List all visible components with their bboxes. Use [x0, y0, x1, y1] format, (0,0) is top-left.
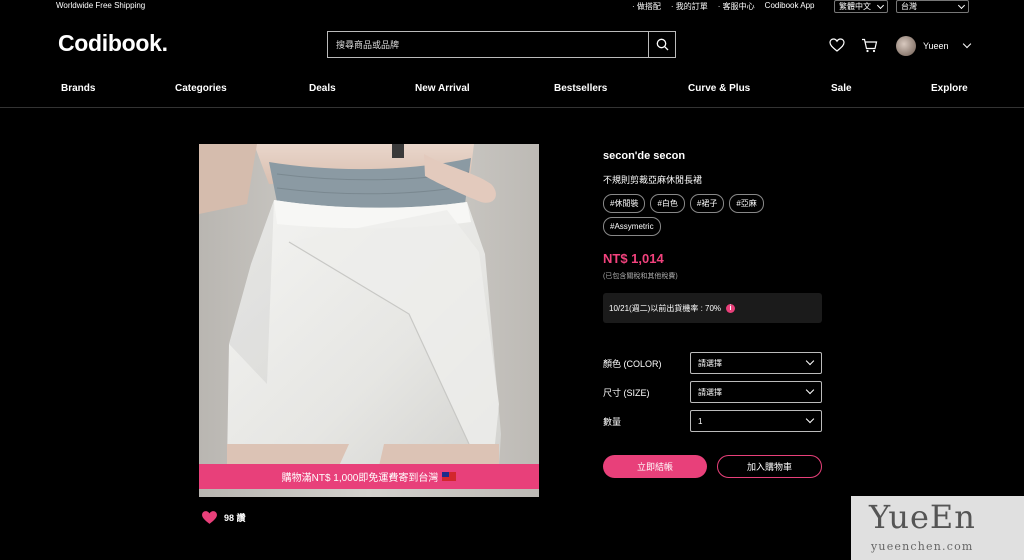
heart-icon [202, 511, 217, 524]
size-select[interactable]: 請選擇 [690, 381, 822, 403]
wishlist-heart-icon[interactable] [829, 38, 845, 52]
main-nav: Brands Categories Deals New Arrival Best… [0, 83, 1024, 97]
utility-link-styling[interactable]: · 做搭配 [632, 1, 661, 12]
shipping-probability-box: 10/21(週二)以前出貨機率 : 70% i [603, 293, 822, 323]
search-bar [327, 31, 676, 58]
product-name: 不規則剪裁亞麻休閒長裙 [603, 175, 703, 185]
product-brand[interactable]: secon'de secon [603, 150, 685, 162]
nav-item-sale[interactable]: Sale [831, 83, 852, 94]
watermark-url: yueenchen.com [871, 540, 974, 553]
option-label-size: 尺寸 (SIZE) [603, 388, 650, 398]
watermark-title: YueEn [869, 498, 976, 536]
nav-item-brands[interactable]: Brands [61, 83, 95, 94]
color-select[interactable]: 請選擇 [690, 352, 822, 374]
price-note: (已包含關稅和其他稅費) [603, 273, 678, 280]
tag-chip[interactable]: #休閒裝 [603, 194, 646, 213]
nav-item-explore[interactable]: Explore [931, 83, 968, 94]
product-image[interactable]: 購物滿NT$ 1,000即免運費寄到台灣 [199, 144, 539, 497]
tag-chip[interactable]: #亞麻 [729, 194, 764, 213]
watermark: YueEn yueenchen.com [851, 496, 1024, 560]
tag-chip[interactable]: #裙子 [689, 194, 725, 213]
utility-link-support[interactable]: · 客服中心 [718, 1, 755, 12]
add-to-cart-button[interactable]: 加入購物車 [717, 455, 822, 478]
region-value: 台灣 [901, 2, 917, 11]
language-select[interactable]: 繁體中文 [834, 0, 888, 13]
region-select[interactable]: 台灣 [896, 0, 969, 13]
language-value: 繁體中文 [839, 2, 871, 11]
option-label-color: 顏色 (COLOR) [603, 359, 662, 369]
shipping-probability-text: 10/21(週二)以前出貨機率 : 70% [609, 303, 722, 313]
quantity-select[interactable]: 1 [690, 410, 822, 432]
search-input[interactable] [328, 32, 648, 57]
site-logo[interactable]: Codibook. [58, 30, 168, 57]
option-label-quantity: 數量 [603, 417, 622, 427]
free-shipping-text: Worldwide Free Shipping [56, 1, 146, 10]
search-button[interactable] [648, 32, 675, 57]
free-shipping-promo-banner: 購物滿NT$ 1,000即免運費寄到台灣 [199, 464, 539, 489]
tag-chip[interactable]: #Assymetric [603, 217, 661, 236]
nav-item-curve-plus[interactable]: Curve & Plus [688, 83, 750, 94]
cart-icon[interactable] [861, 38, 878, 53]
chevron-down-icon [805, 385, 815, 395]
product-photo-skirt [199, 144, 539, 497]
nav-item-categories[interactable]: Categories [175, 83, 227, 94]
user-menu[interactable]: Yueen [896, 36, 971, 56]
promo-text: 購物滿NT$ 1,000即免運費寄到台灣 [281, 473, 439, 484]
size-select-value: 請選擇 [698, 387, 722, 397]
taiwan-flag-icon [442, 472, 457, 481]
chevron-down-icon [805, 356, 815, 366]
buy-now-button[interactable]: 立即結帳 [603, 455, 707, 478]
utility-links: · 做搭配 · 我的訂單 · 客服中心 Codibook App [632, 1, 815, 12]
utility-link-orders[interactable]: · 我的訂單 [671, 1, 708, 12]
like-count: 98 讚 [224, 513, 246, 523]
quantity-select-value: 1 [698, 416, 703, 426]
nav-item-deals[interactable]: Deals [309, 83, 336, 94]
chevron-down-icon [805, 414, 815, 424]
chevron-down-icon [957, 1, 966, 9]
user-name: Yueen [923, 41, 949, 51]
top-utility-bar: Worldwide Free Shipping · 做搭配 · 我的訂單 · 客… [0, 0, 1024, 13]
info-icon[interactable]: i [726, 303, 736, 313]
color-select-value: 請選擇 [698, 358, 722, 368]
nav-item-bestsellers[interactable]: Bestsellers [554, 83, 607, 94]
search-icon [656, 38, 668, 51]
tag-list: #休閒裝 #白色 #裙子 #亞麻 #Assymetric [603, 194, 803, 236]
chevron-down-icon [962, 39, 971, 49]
utility-link-app[interactable]: Codibook App [765, 1, 815, 12]
like-counter[interactable]: 98 讚 [201, 510, 246, 525]
tag-chip[interactable]: #白色 [650, 194, 685, 213]
header-divider [0, 107, 1024, 108]
chevron-down-icon [876, 1, 885, 9]
product-price: NT$ 1,014 [603, 251, 664, 266]
nav-item-new-arrival[interactable]: New Arrival [415, 83, 470, 94]
avatar [896, 36, 916, 56]
